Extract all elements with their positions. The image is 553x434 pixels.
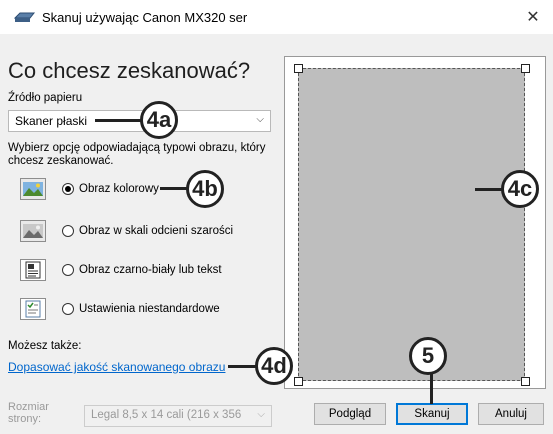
callout-4c: 4c bbox=[501, 170, 539, 208]
resize-handle-top-right[interactable] bbox=[521, 64, 530, 73]
callout-5-line bbox=[430, 372, 433, 404]
paper-source-label: Źródło papieru bbox=[8, 92, 83, 104]
page-title: Co chcesz zeskanować? bbox=[8, 58, 251, 83]
scanner-icon bbox=[14, 12, 36, 22]
radio-black-white-text[interactable] bbox=[62, 264, 74, 276]
option-black-white-text[interactable]: Obraz czarno-biały lub tekst bbox=[8, 255, 222, 285]
page-size-value: Legal 8,5 x 14 cali (216 x 356 bbox=[91, 409, 242, 421]
option-color-picture[interactable]: Obraz kolorowy bbox=[8, 174, 159, 204]
callout-4b-line bbox=[160, 187, 188, 190]
callout-4a-line bbox=[95, 119, 142, 122]
option-bw-label: Obraz czarno-biały lub tekst bbox=[79, 264, 222, 276]
option-grayscale-label: Obraz w skali odcieni szarości bbox=[79, 225, 234, 237]
option-color-label: Obraz kolorowy bbox=[79, 183, 159, 195]
callout-4d-text: 4d bbox=[261, 353, 287, 378]
callout-5: 5 bbox=[409, 337, 447, 375]
preview-button[interactable]: Podgląd bbox=[314, 403, 386, 425]
page-size-select[interactable]: Legal 8,5 x 14 cali (216 x 356 ⌵ bbox=[84, 405, 272, 427]
close-icon: ✕ bbox=[526, 9, 540, 26]
option-grayscale-picture[interactable]: Obraz w skali odcieni szarości bbox=[8, 216, 233, 246]
radio-color-picture[interactable] bbox=[62, 183, 74, 195]
scan-dialog: Skanuj używając Canon MX320 ser ✕ Co chc… bbox=[0, 0, 553, 434]
adjust-quality-link[interactable]: Dopasować jakość skanowanego obrazu bbox=[8, 360, 225, 374]
page-size-label: Rozmiar strony: bbox=[8, 401, 49, 425]
callout-5-text: 5 bbox=[421, 343, 435, 368]
callout-4a-text: 4a bbox=[146, 107, 172, 132]
callout-4c-text: 4c bbox=[507, 176, 533, 201]
option-custom-settings[interactable]: Ustawienia niestandardowe bbox=[8, 294, 220, 324]
grayscale-picture-icon bbox=[20, 220, 46, 242]
callout-4d-line bbox=[228, 365, 258, 368]
option-custom-label: Ustawienia niestandardowe bbox=[79, 303, 220, 315]
chevron-down-icon: ⌵ bbox=[257, 409, 265, 420]
close-button[interactable]: ✕ bbox=[513, 0, 553, 34]
paper-source-value: Skaner płaski bbox=[15, 114, 88, 128]
resize-handle-top-left[interactable] bbox=[294, 64, 303, 73]
title-bar: Skanuj używając Canon MX320 ser ✕ bbox=[0, 0, 553, 34]
scan-button[interactable]: Skanuj bbox=[396, 403, 468, 425]
black-white-text-icon bbox=[20, 259, 46, 281]
callout-4a: 4a bbox=[140, 101, 178, 139]
cancel-button[interactable]: Anuluj bbox=[478, 403, 544, 425]
radio-custom-settings[interactable] bbox=[62, 303, 74, 315]
selection-rectangle[interactable] bbox=[298, 68, 525, 381]
picture-type-label: Wybierz opcję odpowiadającą typowi obraz… bbox=[8, 142, 266, 167]
also-label: Możesz także: bbox=[8, 340, 82, 352]
window-title: Skanuj używając Canon MX320 ser bbox=[42, 10, 248, 25]
color-picture-icon bbox=[20, 178, 46, 200]
callout-4b-text: 4b bbox=[192, 176, 218, 201]
callout-4b: 4b bbox=[186, 170, 224, 208]
chevron-down-icon: ⌵ bbox=[256, 114, 264, 125]
radio-grayscale-picture[interactable] bbox=[62, 225, 74, 237]
resize-handle-bottom-left[interactable] bbox=[294, 377, 303, 386]
callout-4d: 4d bbox=[255, 347, 293, 385]
custom-settings-icon bbox=[20, 298, 46, 320]
resize-handle-bottom-right[interactable] bbox=[521, 377, 530, 386]
